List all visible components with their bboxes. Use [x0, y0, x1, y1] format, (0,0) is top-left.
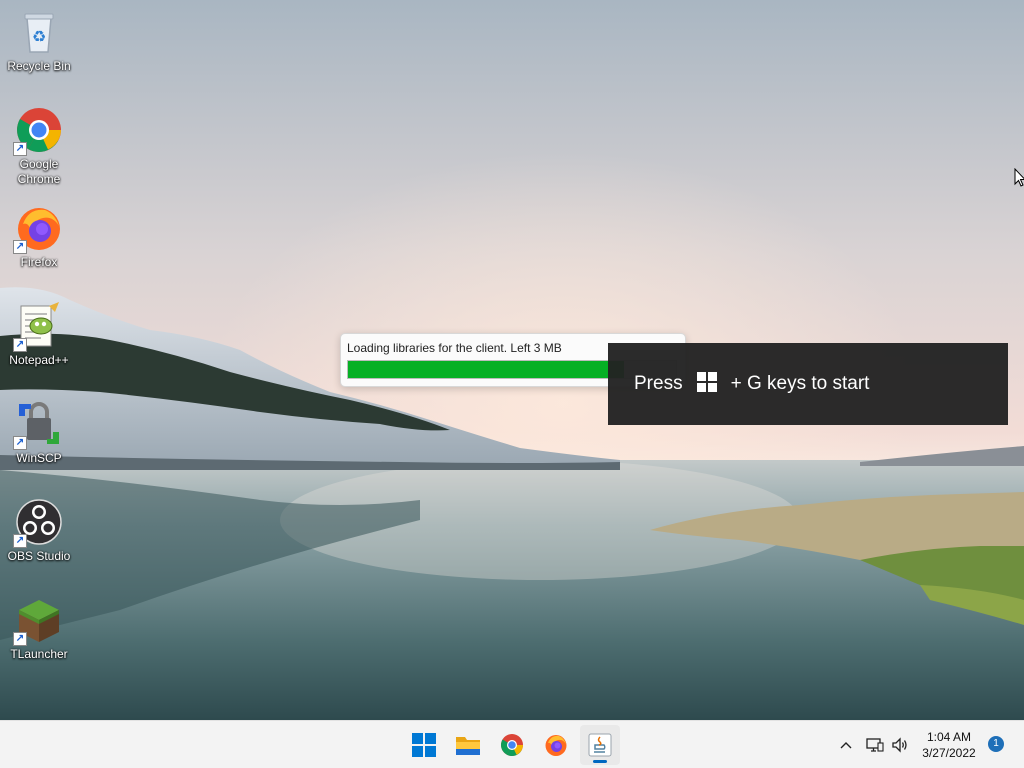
chrome-icon [501, 734, 523, 756]
gamebar-hint: Press + G keys to start [608, 343, 1008, 425]
shortcut-arrow-icon: ↗ [13, 142, 27, 156]
network-icon[interactable] [862, 733, 888, 757]
gamebar-hint-suffix: + G keys to start [730, 373, 870, 394]
active-app-indicator [593, 760, 607, 763]
notification-count-badge[interactable]: 1 [988, 736, 1004, 752]
firefox-icon: ↗ [13, 204, 63, 254]
taskbar-file-explorer-button[interactable] [448, 725, 488, 765]
gamebar-hint-prefix: Press [634, 373, 683, 394]
taskbar-java-button[interactable] [580, 725, 620, 765]
windows-start-icon [412, 733, 436, 757]
desktop-icon-label: Recycle Bin [7, 59, 71, 73]
svg-text:♻: ♻ [32, 27, 46, 46]
volume-icon[interactable] [888, 733, 912, 757]
taskbar-chrome-button[interactable] [492, 725, 532, 765]
windows-logo-icon [696, 372, 717, 392]
system-tray [836, 721, 912, 768]
shortcut-arrow-icon: ↗ [13, 534, 27, 548]
taskbar: 1:04 AM 3/27/2022 [0, 720, 1024, 768]
loading-message: Loading libraries for the client. Left 3… [347, 341, 562, 355]
recycle-bin-icon: ♻ [15, 8, 63, 56]
folder-icon [456, 737, 480, 755]
mouse-cursor-icon [1014, 167, 1024, 193]
desktop-icon-label: WinSCP [16, 451, 62, 465]
loading-progress-fill [348, 361, 624, 378]
desktop-icon-recycle-bin[interactable]: ♻ Recycle Bin [4, 8, 74, 74]
desktop-icon-google-chrome[interactable]: ↗ Google Chrome [4, 106, 74, 187]
tlauncher-icon: ↗ [13, 596, 63, 646]
desktop-icon-label: OBS Studio [7, 549, 71, 563]
desktop-icon-obs-studio[interactable]: ↗ OBS Studio [4, 498, 74, 564]
java-icon [588, 733, 612, 757]
winscp-icon: ↗ [13, 400, 63, 450]
desktop-icon-firefox[interactable]: ↗ Firefox [4, 204, 74, 270]
obs-icon: ↗ [13, 498, 63, 548]
shortcut-arrow-icon: ↗ [13, 436, 27, 450]
desktop-icon-notepadpp[interactable]: ↗ Notepad++ [4, 302, 74, 368]
shortcut-arrow-icon: ↗ [13, 338, 27, 352]
desktop-icon-label: Google Chrome [17, 157, 61, 186]
firefox-icon [545, 735, 567, 756]
chrome-icon: ↗ [13, 106, 63, 156]
notepadpp-icon: ↗ [13, 302, 63, 352]
desktop-icon-winscp[interactable]: ↗ WinSCP [4, 400, 74, 466]
taskbar-firefox-button[interactable] [536, 725, 576, 765]
shortcut-arrow-icon: ↗ [13, 240, 27, 254]
taskbar-start-button[interactable] [404, 725, 444, 765]
clock-date: 3/27/2022 [922, 746, 976, 760]
desktop-icon-label: TLauncher [10, 647, 68, 661]
desktop-icon-tlauncher[interactable]: ↗ TLauncher [4, 596, 74, 662]
chevron-up-icon[interactable] [836, 733, 856, 757]
desktop-icon-label: Notepad++ [9, 353, 69, 367]
shortcut-arrow-icon: ↗ [13, 632, 27, 646]
desktop-icon-label: Firefox [20, 255, 58, 269]
clock-time: 1:04 AM [926, 730, 972, 744]
taskbar-clock[interactable]: 1:04 AM 3/27/2022 [914, 729, 984, 761]
